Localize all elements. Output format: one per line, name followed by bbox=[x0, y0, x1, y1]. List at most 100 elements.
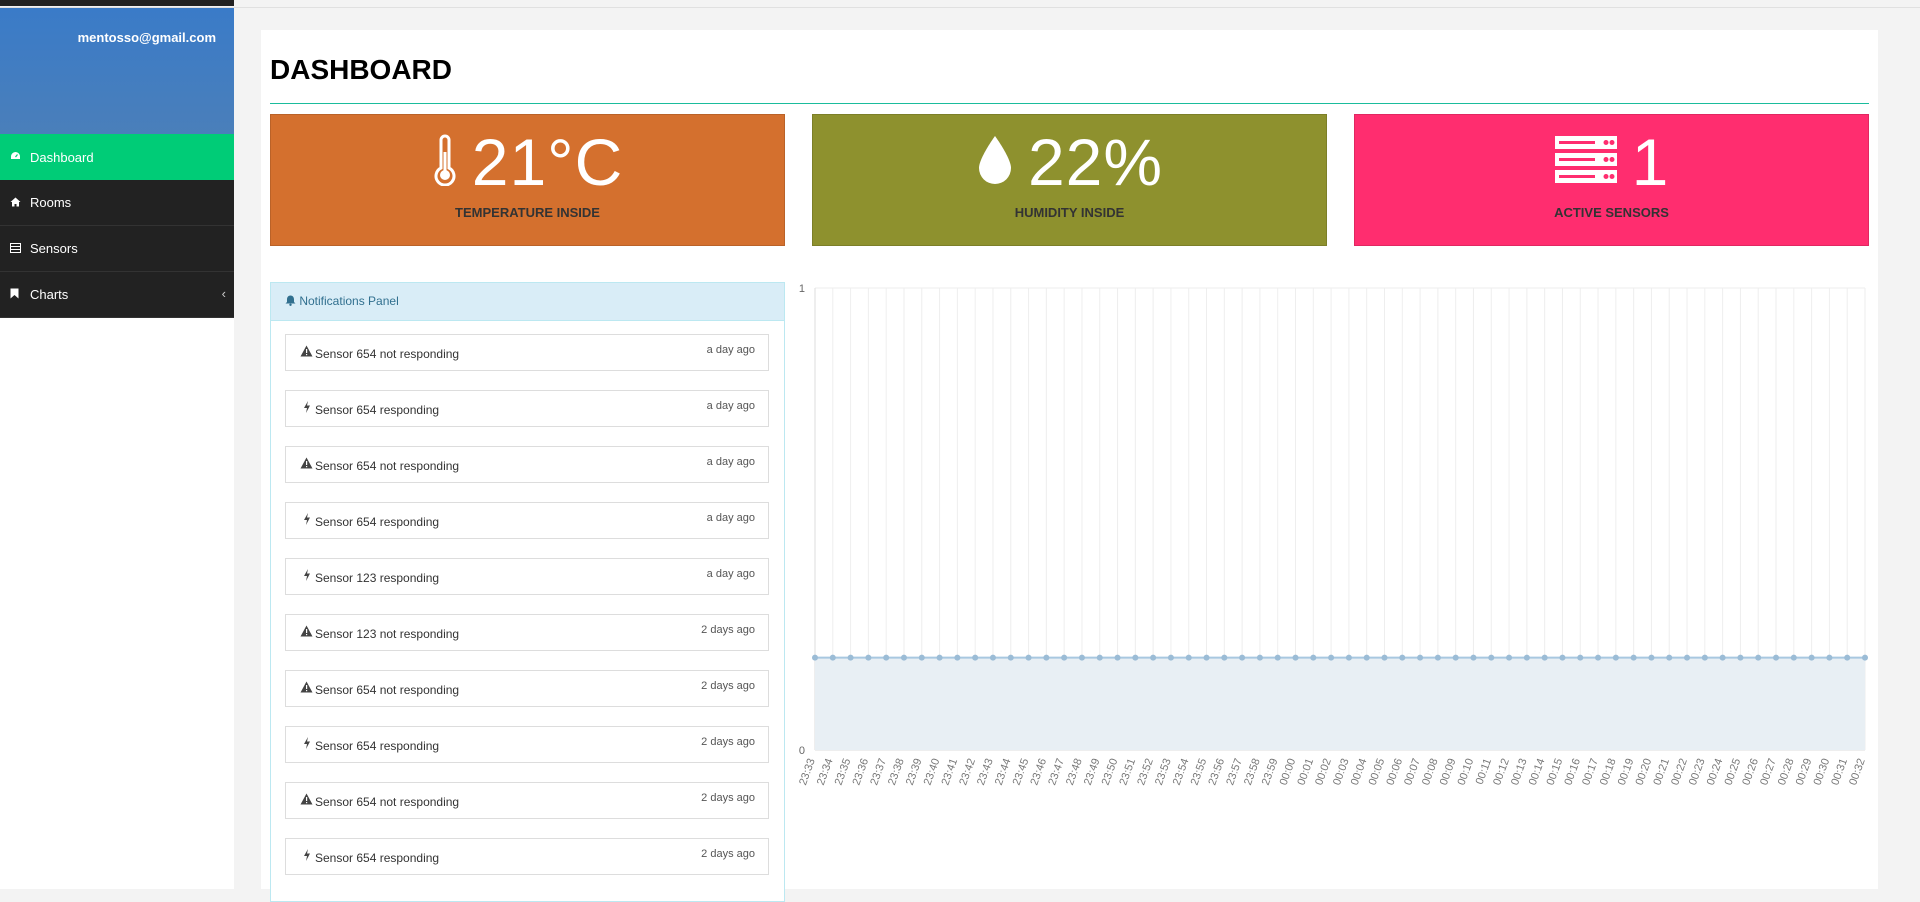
active-sensors-value: 1 bbox=[1631, 125, 1670, 199]
notification-text: Sensor 654 responding bbox=[315, 851, 440, 865]
notification-text: Sensor 654 not responding bbox=[315, 347, 460, 361]
notification-time: a day ago bbox=[706, 512, 755, 524]
sidebar-item-dashboard[interactable]: Dashboard bbox=[0, 134, 234, 180]
temperature-value: 21°C bbox=[471, 125, 624, 199]
notification-time: 2 days ago bbox=[701, 792, 755, 804]
user-header: mentosso@gmail.com bbox=[0, 8, 234, 134]
bell-icon bbox=[285, 294, 299, 308]
notification-text: Sensor 654 not responding bbox=[315, 683, 460, 697]
data-point bbox=[1417, 654, 1424, 661]
data-point bbox=[989, 654, 996, 661]
data-point bbox=[954, 654, 961, 661]
data-point bbox=[812, 654, 818, 661]
data-point bbox=[1185, 654, 1192, 661]
chart-svg: 0123:3323:3423:3523:3623:3723:3823:3923:… bbox=[797, 283, 1868, 787]
data-point bbox=[1345, 654, 1352, 661]
data-point bbox=[1096, 654, 1103, 661]
warning-icon bbox=[300, 457, 314, 471]
data-point bbox=[1007, 654, 1014, 661]
top-bar-accent bbox=[0, 0, 234, 6]
temperature-card: 21°C TEMPERATURE INSIDE bbox=[270, 114, 785, 246]
data-point bbox=[1114, 654, 1121, 661]
notification-item[interactable]: Sensor 654 responding a day ago bbox=[285, 390, 769, 427]
notification-time: a day ago bbox=[706, 400, 755, 412]
notification-time: a day ago bbox=[706, 456, 755, 468]
humidity-label: HUMIDITY INSIDE bbox=[1014, 205, 1125, 220]
notification-item[interactable]: Sensor 654 not responding a day ago bbox=[285, 446, 769, 483]
notifications-panel: Notifications Panel Sensor 654 not respo… bbox=[270, 282, 785, 902]
notification-text: Sensor 654 responding bbox=[315, 403, 440, 417]
data-point bbox=[883, 654, 890, 661]
data-point bbox=[865, 654, 872, 661]
notification-item[interactable]: Sensor 654 responding a day ago bbox=[285, 502, 769, 539]
sidebar: mentosso@gmail.com Dashboard Rooms Senso… bbox=[0, 8, 234, 889]
notification-text: Sensor 123 not responding bbox=[315, 627, 460, 641]
warning-icon bbox=[300, 345, 314, 359]
data-point bbox=[1577, 654, 1584, 661]
data-point bbox=[1150, 654, 1157, 661]
sidebar-item-label: Sensors bbox=[30, 241, 78, 256]
data-point bbox=[1274, 654, 1281, 661]
data-point bbox=[1381, 654, 1388, 661]
humidity-card: 22% HUMIDITY INSIDE bbox=[812, 114, 1327, 246]
notification-time: a day ago bbox=[706, 568, 755, 580]
notification-text: Sensor 654 responding bbox=[315, 515, 440, 529]
data-point bbox=[1399, 654, 1406, 661]
data-point bbox=[1612, 654, 1619, 661]
chevron-left-icon[interactable]: ‹ bbox=[222, 286, 226, 301]
data-point bbox=[1043, 654, 1050, 661]
notification-item[interactable]: Sensor 654 responding 2 days ago bbox=[285, 838, 769, 875]
sidebar-item-sensors[interactable]: Sensors bbox=[0, 226, 234, 272]
data-point bbox=[1078, 654, 1085, 661]
data-point bbox=[1470, 654, 1477, 661]
data-point bbox=[1826, 654, 1833, 661]
data-point bbox=[1541, 654, 1548, 661]
data-point bbox=[1862, 654, 1868, 661]
data-point bbox=[1701, 654, 1708, 661]
home-icon bbox=[10, 196, 30, 210]
x-tick-label: 00:32 bbox=[1847, 757, 1868, 787]
active-sensors-label: ACTIVE SENSORS bbox=[1554, 205, 1669, 220]
data-point bbox=[972, 654, 979, 661]
data-point bbox=[1506, 654, 1513, 661]
sidebar-item-rooms[interactable]: Rooms bbox=[0, 180, 234, 226]
data-point bbox=[1203, 654, 1210, 661]
dashboard-icon bbox=[10, 150, 30, 164]
server-icon bbox=[1554, 134, 1618, 191]
notification-time: 2 days ago bbox=[701, 624, 755, 636]
droplet-icon bbox=[976, 134, 1014, 191]
data-point bbox=[1559, 654, 1566, 661]
data-point bbox=[1844, 654, 1851, 661]
data-point bbox=[1328, 654, 1335, 661]
notification-item[interactable]: Sensor 654 not responding a day ago bbox=[285, 334, 769, 371]
data-point bbox=[1719, 654, 1726, 661]
notification-item[interactable]: Sensor 123 responding a day ago bbox=[285, 558, 769, 595]
notification-item[interactable]: Sensor 123 not responding 2 days ago bbox=[285, 614, 769, 651]
data-point bbox=[1132, 654, 1139, 661]
main-content: DASHBOARD 21°C TEMPERATURE INSIDE 22% HU… bbox=[261, 30, 1878, 902]
sidebar-item-label: Dashboard bbox=[30, 149, 94, 165]
notification-text: Sensor 654 responding bbox=[315, 739, 440, 753]
notification-item[interactable]: Sensor 654 not responding 2 days ago bbox=[285, 670, 769, 707]
data-point bbox=[1773, 654, 1780, 661]
notifications-title: Notifications Panel bbox=[299, 294, 399, 308]
warning-icon bbox=[300, 681, 314, 695]
data-point bbox=[847, 654, 854, 661]
data-point bbox=[1452, 654, 1459, 661]
data-point bbox=[1256, 654, 1263, 661]
data-point bbox=[1595, 654, 1602, 661]
thermometer-icon bbox=[432, 134, 458, 191]
bookmark-icon bbox=[10, 288, 30, 302]
page-title: DASHBOARD bbox=[270, 54, 452, 85]
notification-text: Sensor 654 not responding bbox=[315, 459, 460, 473]
sidebar-item-charts[interactable]: Charts ‹ bbox=[0, 272, 234, 318]
data-point bbox=[1488, 654, 1495, 661]
notification-item[interactable]: Sensor 654 not responding 2 days ago bbox=[285, 782, 769, 819]
data-point bbox=[1666, 654, 1673, 661]
notification-item[interactable]: Sensor 654 responding 2 days ago bbox=[285, 726, 769, 763]
data-point bbox=[1523, 654, 1530, 661]
data-point bbox=[1737, 654, 1744, 661]
user-email[interactable]: mentosso@gmail.com bbox=[78, 30, 216, 45]
data-point bbox=[918, 654, 925, 661]
data-point bbox=[1434, 654, 1441, 661]
